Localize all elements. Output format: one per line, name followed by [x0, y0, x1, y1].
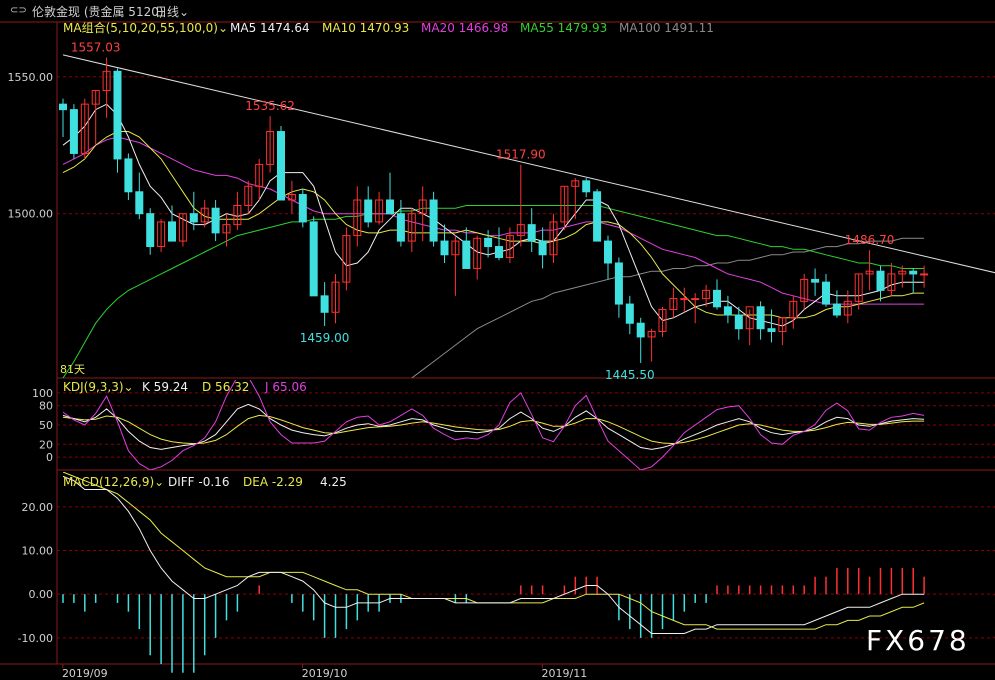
- candle: [691, 298, 700, 301]
- candle: [734, 314, 743, 330]
- x-tick-label: 2019/09: [62, 667, 108, 680]
- candle: [396, 213, 405, 242]
- candle: [146, 213, 155, 248]
- price-annotation: 1517.90: [496, 148, 546, 162]
- candle: [876, 270, 885, 291]
- macd-y-tick-label: 0.00: [29, 588, 54, 601]
- ma55-line: [62, 205, 925, 378]
- ma-legend-item: MA10 1470.93: [322, 21, 409, 35]
- candle: [832, 303, 841, 316]
- kdj-y-tick-label: 80: [39, 400, 53, 413]
- candle: [723, 306, 732, 316]
- x-tick-label: 2019/10: [302, 667, 348, 680]
- candle: [386, 199, 394, 215]
- price-annotation: 1445.50: [605, 368, 655, 382]
- candle: [364, 199, 373, 223]
- candle: [920, 273, 929, 276]
- candle: [593, 191, 602, 242]
- kdj-legend-item: KDJ(9,3,3)⌄: [63, 380, 134, 394]
- candle: [59, 103, 67, 111]
- macd-dea-line: [62, 472, 925, 630]
- candle: [495, 246, 503, 259]
- macd-legend-item: DIFF -0.16: [168, 475, 229, 489]
- kdj-y-tick-label: 50: [39, 419, 53, 432]
- y-tick-label: 1500.00: [8, 208, 54, 221]
- candle: [189, 213, 198, 223]
- candle: [320, 295, 329, 313]
- kdj-y-tick-label: 100: [32, 387, 53, 400]
- ma-legend-item: MA55 1479.93: [520, 21, 607, 35]
- candle: [113, 70, 122, 160]
- candle: [811, 278, 820, 283]
- candlestick-chart[interactable]: 1550.00 1500.00 10080 50 200 20.00 10.00 0.00 -1…: [0, 0, 995, 680]
- price-annotation: 1535.62: [245, 99, 295, 113]
- candle: [756, 306, 765, 330]
- price-annotation: 1486.70: [845, 233, 895, 247]
- candle: [527, 224, 536, 242]
- macd-legend-item: DEA -2.29: [243, 475, 303, 489]
- candle: [636, 322, 645, 338]
- ma-legend-item: MA组合(5,10,20,55,100,0)⌄: [63, 20, 228, 35]
- candle: [713, 289, 721, 308]
- candle: [440, 240, 449, 256]
- candle: [538, 240, 547, 256]
- candle: [614, 262, 623, 305]
- ma-legend-item: MA5 1474.64: [230, 21, 310, 35]
- candle: [298, 194, 307, 223]
- macd-y-tick-label: 10.00: [22, 545, 54, 558]
- candle: [484, 237, 493, 248]
- ma-legend-item: MA100 1491.11: [619, 21, 714, 35]
- ma-legend-item: MA20 1466.98: [421, 21, 508, 35]
- candle: [277, 131, 285, 201]
- price-annotation: 1557.03: [71, 41, 121, 55]
- candle: [582, 180, 591, 193]
- candle: [767, 328, 776, 332]
- kdj-legend-item: D 56.32: [202, 380, 249, 394]
- period-count-label: 81天: [60, 363, 85, 376]
- candle: [135, 191, 144, 215]
- macd-y-tick-label: -10.00: [18, 632, 53, 645]
- macd-y-tick-label: 20.00: [22, 501, 54, 514]
- macd-legend-item: MACD(12,26,9)⌄: [63, 475, 164, 489]
- x-tick-label: 2019/11: [542, 667, 588, 680]
- candle: [604, 240, 612, 264]
- candle: [429, 199, 438, 242]
- watermark-logo: FX678: [866, 624, 970, 657]
- macd-legend-item: 4.25: [320, 475, 347, 489]
- candle: [309, 221, 318, 297]
- kdj-y-tick-label: 0: [46, 451, 53, 464]
- candle: [69, 109, 78, 154]
- price-annotation: 1459.00: [300, 331, 350, 345]
- kdj-legend-item: K 59.24: [142, 380, 188, 394]
- candle: [168, 221, 176, 242]
- candle: [211, 207, 220, 234]
- kdj-j-line: [62, 380, 925, 470]
- candle: [680, 298, 689, 301]
- kdj-k-line: [62, 403, 925, 450]
- candle: [909, 270, 918, 275]
- kdj-y-tick-label: 20: [39, 438, 53, 451]
- kdj-legend-item: J 65.06: [264, 380, 307, 394]
- candle: [462, 240, 471, 269]
- candle: [822, 281, 830, 305]
- y-tick-label: 1550.00: [8, 71, 54, 84]
- ma100-line: [411, 237, 925, 378]
- candle: [625, 303, 634, 324]
- macd-diff-line: [62, 475, 925, 634]
- candle: [124, 158, 133, 193]
- ma10-line: [62, 131, 925, 319]
